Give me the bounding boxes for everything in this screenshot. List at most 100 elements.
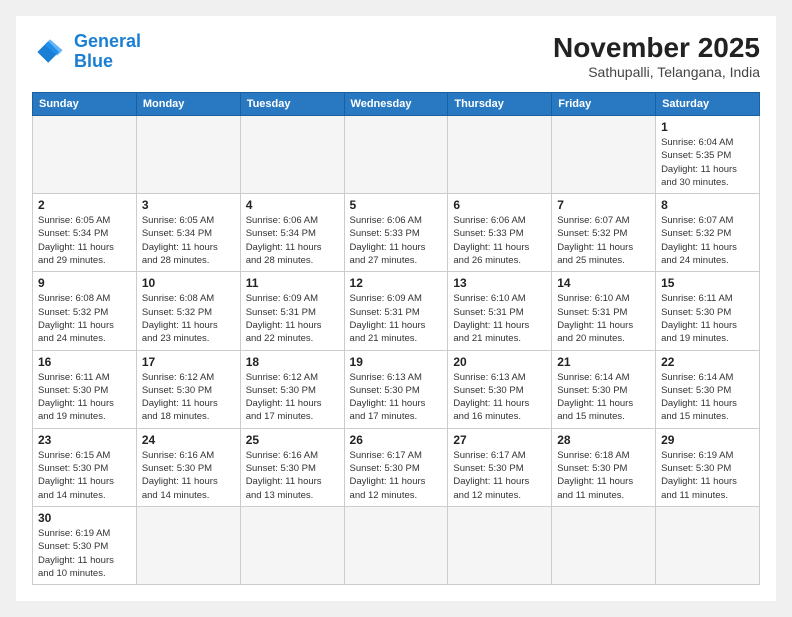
calendar-cell: 22 Sunrise: 6:14 AM Sunset: 5:30 PM Dayli… [656, 350, 760, 428]
weekday-header-wednesday: Wednesday [344, 93, 448, 116]
day-info: Sunrise: 6:14 AM Sunset: 5:30 PM Dayligh… [661, 371, 754, 424]
calendar-cell: 7 Sunrise: 6:07 AM Sunset: 5:32 PM Daylig… [552, 194, 656, 272]
day-number: 1 [661, 120, 754, 134]
day-number: 19 [350, 355, 443, 369]
calendar-cell: 16Sunrise: 6:11 AM Sunset: 5:30 PM Dayli… [33, 350, 137, 428]
day-info: Sunrise: 6:07 AM Sunset: 5:32 PM Dayligh… [661, 214, 754, 267]
week-row-1: 1 Sunrise: 6:04 AM Sunset: 5:35 PM Daylig… [33, 116, 760, 194]
day-info: Sunrise: 6:09 AM Sunset: 5:31 PM Dayligh… [246, 292, 339, 345]
day-info: Sunrise: 6:12 AM Sunset: 5:30 PM Dayligh… [246, 371, 339, 424]
calendar-cell [448, 506, 552, 584]
day-info: Sunrise: 6:14 AM Sunset: 5:30 PM Dayligh… [557, 371, 650, 424]
day-info: Sunrise: 6:12 AM Sunset: 5:30 PM Dayligh… [142, 371, 235, 424]
weekday-header-friday: Friday [552, 93, 656, 116]
day-info: Sunrise: 6:17 AM Sunset: 5:30 PM Dayligh… [453, 449, 546, 502]
logo-text: General Blue [74, 32, 141, 72]
calendar-cell: 6Sunrise: 6:06 AM Sunset: 5:33 PM Daylig… [448, 194, 552, 272]
day-number: 21 [557, 355, 650, 369]
calendar-cell [33, 116, 137, 194]
logo-general: General [74, 31, 141, 51]
calendar-cell [344, 506, 448, 584]
day-number: 24 [142, 433, 235, 447]
calendar-cell: 4 Sunrise: 6:06 AM Sunset: 5:34 PM Daylig… [240, 194, 344, 272]
weekday-header-row: SundayMondayTuesdayWednesdayThursdayFrid… [33, 93, 760, 116]
day-number: 17 [142, 355, 235, 369]
day-number: 3 [142, 198, 235, 212]
calendar-cell [344, 116, 448, 194]
day-info: Sunrise: 6:05 AM Sunset: 5:34 PM Dayligh… [38, 214, 131, 267]
day-number: 26 [350, 433, 443, 447]
day-info: Sunrise: 6:08 AM Sunset: 5:32 PM Dayligh… [142, 292, 235, 345]
day-info: Sunrise: 6:04 AM Sunset: 5:35 PM Dayligh… [661, 136, 754, 189]
day-info: Sunrise: 6:13 AM Sunset: 5:30 PM Dayligh… [350, 371, 443, 424]
calendar-title: November 2025 [553, 32, 760, 64]
calendar-cell: 28 Sunrise: 6:18 AM Sunset: 5:30 PM Dayli… [552, 428, 656, 506]
day-number: 27 [453, 433, 546, 447]
weekday-header-tuesday: Tuesday [240, 93, 344, 116]
day-number: 18 [246, 355, 339, 369]
calendar-cell [240, 116, 344, 194]
calendar-cell: 18 Sunrise: 6:12 AM Sunset: 5:30 PM Dayli… [240, 350, 344, 428]
calendar-cell [448, 116, 552, 194]
logo: General Blue [32, 32, 141, 72]
calendar-cell: 30 Sunrise: 6:19 AM Sunset: 5:30 PM Dayli… [33, 506, 137, 584]
calendar-cell: 27 Sunrise: 6:17 AM Sunset: 5:30 PM Dayli… [448, 428, 552, 506]
calendar-cell [656, 506, 760, 584]
header: General Blue November 2025 Sathupalli, T… [32, 32, 760, 80]
calendar-cell: 19 Sunrise: 6:13 AM Sunset: 5:30 PM Dayli… [344, 350, 448, 428]
day-number: 12 [350, 276, 443, 290]
title-block: November 2025 Sathupalli, Telangana, Ind… [553, 32, 760, 80]
calendar-cell: 24 Sunrise: 6:16 AM Sunset: 5:30 PM Dayli… [136, 428, 240, 506]
calendar-cell: 8 Sunrise: 6:07 AM Sunset: 5:32 PM Daylig… [656, 194, 760, 272]
calendar-cell [552, 116, 656, 194]
day-number: 28 [557, 433, 650, 447]
day-info: Sunrise: 6:05 AM Sunset: 5:34 PM Dayligh… [142, 214, 235, 267]
calendar-cell: 26 Sunrise: 6:17 AM Sunset: 5:30 PM Dayli… [344, 428, 448, 506]
logo-blue: Blue [74, 51, 113, 71]
weekday-header-sunday: Sunday [33, 93, 137, 116]
week-row-4: 16Sunrise: 6:11 AM Sunset: 5:30 PM Dayli… [33, 350, 760, 428]
day-number: 7 [557, 198, 650, 212]
day-number: 9 [38, 276, 131, 290]
day-info: Sunrise: 6:13 AM Sunset: 5:30 PM Dayligh… [453, 371, 546, 424]
weekday-header-monday: Monday [136, 93, 240, 116]
weekday-header-thursday: Thursday [448, 93, 552, 116]
day-number: 4 [246, 198, 339, 212]
day-number: 5 [350, 198, 443, 212]
calendar-cell: 14Sunrise: 6:10 AM Sunset: 5:31 PM Dayli… [552, 272, 656, 350]
calendar-cell: 21 Sunrise: 6:14 AM Sunset: 5:30 PM Dayli… [552, 350, 656, 428]
day-info: Sunrise: 6:19 AM Sunset: 5:30 PM Dayligh… [38, 527, 131, 580]
day-info: Sunrise: 6:16 AM Sunset: 5:30 PM Dayligh… [246, 449, 339, 502]
day-info: Sunrise: 6:11 AM Sunset: 5:30 PM Dayligh… [38, 371, 131, 424]
day-number: 30 [38, 511, 131, 525]
calendar-cell: 17 Sunrise: 6:12 AM Sunset: 5:30 PM Dayli… [136, 350, 240, 428]
day-info: Sunrise: 6:06 AM Sunset: 5:34 PM Dayligh… [246, 214, 339, 267]
day-number: 14 [557, 276, 650, 290]
day-number: 15 [661, 276, 754, 290]
day-number: 8 [661, 198, 754, 212]
calendar-cell: 5Sunrise: 6:06 AM Sunset: 5:33 PM Daylig… [344, 194, 448, 272]
week-row-2: 2 Sunrise: 6:05 AM Sunset: 5:34 PM Daylig… [33, 194, 760, 272]
day-number: 2 [38, 198, 131, 212]
day-info: Sunrise: 6:08 AM Sunset: 5:32 PM Dayligh… [38, 292, 131, 345]
day-info: Sunrise: 6:07 AM Sunset: 5:32 PM Dayligh… [557, 214, 650, 267]
week-row-5: 23Sunrise: 6:15 AM Sunset: 5:30 PM Dayli… [33, 428, 760, 506]
calendar-cell: 13Sunrise: 6:10 AM Sunset: 5:31 PM Dayli… [448, 272, 552, 350]
day-info: Sunrise: 6:16 AM Sunset: 5:30 PM Dayligh… [142, 449, 235, 502]
calendar-cell: 3 Sunrise: 6:05 AM Sunset: 5:34 PM Daylig… [136, 194, 240, 272]
day-info: Sunrise: 6:15 AM Sunset: 5:30 PM Dayligh… [38, 449, 131, 502]
calendar-cell [240, 506, 344, 584]
day-info: Sunrise: 6:17 AM Sunset: 5:30 PM Dayligh… [350, 449, 443, 502]
day-number: 10 [142, 276, 235, 290]
weekday-header-saturday: Saturday [656, 93, 760, 116]
week-row-3: 9 Sunrise: 6:08 AM Sunset: 5:32 PM Daylig… [33, 272, 760, 350]
day-info: Sunrise: 6:09 AM Sunset: 5:31 PM Dayligh… [350, 292, 443, 345]
day-number: 11 [246, 276, 339, 290]
day-number: 22 [661, 355, 754, 369]
day-info: Sunrise: 6:18 AM Sunset: 5:30 PM Dayligh… [557, 449, 650, 502]
day-number: 6 [453, 198, 546, 212]
calendar-subtitle: Sathupalli, Telangana, India [553, 64, 760, 80]
calendar-cell: 23Sunrise: 6:15 AM Sunset: 5:30 PM Dayli… [33, 428, 137, 506]
day-number: 25 [246, 433, 339, 447]
calendar-cell: 20Sunrise: 6:13 AM Sunset: 5:30 PM Dayli… [448, 350, 552, 428]
